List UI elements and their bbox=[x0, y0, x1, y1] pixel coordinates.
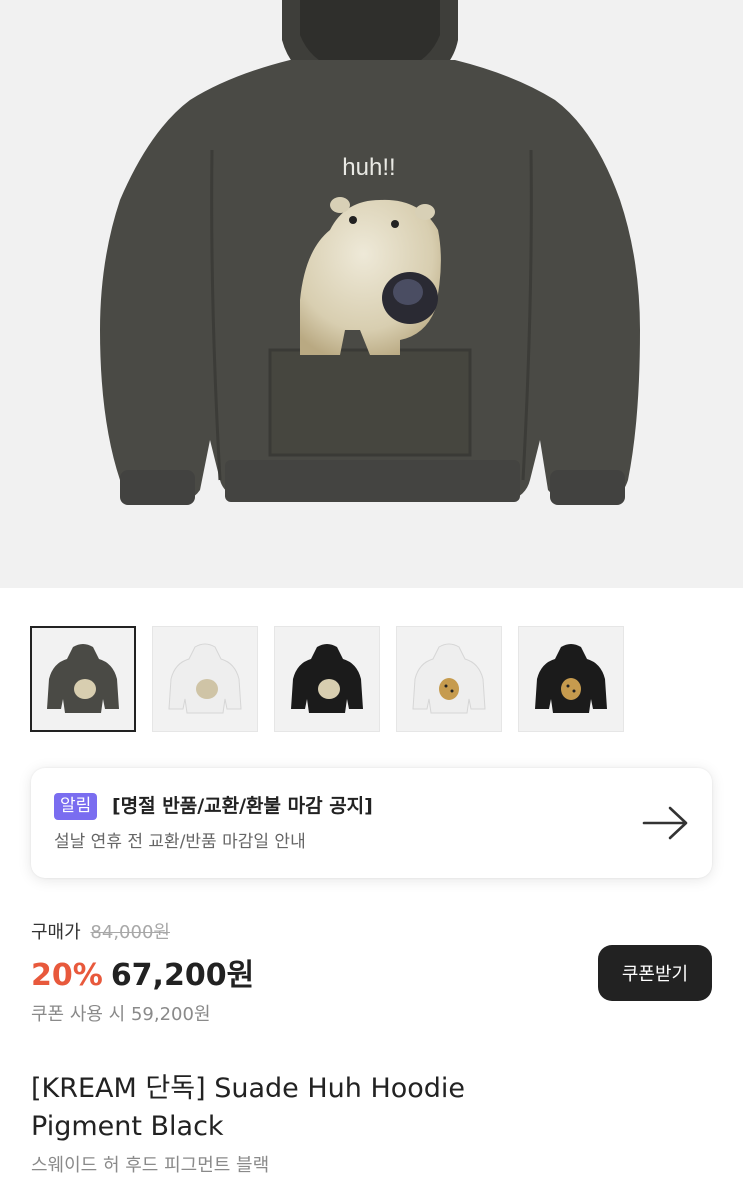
product-subtitle: 스웨이드 허 후드 피그먼트 블랙 bbox=[31, 1155, 270, 1176]
notice-subtitle: 설날 연휴 전 교환/반품 마감일 안내 bbox=[54, 832, 306, 852]
hoodie-thumbnail-icon bbox=[47, 644, 119, 713]
notice-banner[interactable]: 알림 [명절 반품/교환/환불 마감 공지] 설날 연휴 전 교환/반품 마감일… bbox=[31, 768, 712, 878]
price-label: 구매가 bbox=[31, 922, 81, 943]
arrow-right-icon[interactable] bbox=[642, 805, 690, 841]
hoodie-thumbnail-icon bbox=[412, 643, 486, 714]
product-title-line1: [KREAM 단독] Suade Huh Hoodie bbox=[31, 1073, 466, 1104]
coupon-price: 쿠폰 사용 시 59,200원 bbox=[31, 1004, 211, 1025]
price-label-row: 구매가 84,000원 bbox=[31, 918, 170, 944]
hoodie-thumbnail-icon bbox=[291, 644, 363, 713]
hoodie-illustration: huh!! bbox=[100, 0, 640, 505]
product-title: [KREAM 단독] Suade Huh Hoodie Pigment Blac… bbox=[31, 1070, 591, 1146]
discount-rate: 20% bbox=[31, 958, 103, 993]
thumbnail-3[interactable] bbox=[274, 626, 380, 732]
notice-title: [명절 반품/교환/환불 마감 공지] bbox=[112, 795, 373, 817]
hoodie-print-text: huh!! bbox=[342, 154, 395, 181]
product-main-image[interactable]: huh!! bbox=[0, 0, 743, 588]
hoodie-thumbnail-icon bbox=[168, 643, 242, 714]
current-price: 67,200원 bbox=[110, 958, 255, 993]
thumbnail-strip bbox=[30, 626, 624, 732]
thumbnail-5[interactable] bbox=[518, 626, 624, 732]
notice-badge: 알림 bbox=[54, 793, 98, 820]
hoodie-thumbnail-icon bbox=[535, 644, 607, 713]
product-title-line2: Pigment Black bbox=[31, 1111, 224, 1142]
get-coupon-button[interactable]: 쿠폰받기 bbox=[598, 945, 712, 1001]
original-price: 84,000원 bbox=[90, 922, 170, 943]
current-price-row: 20% 67,200원 bbox=[31, 950, 254, 994]
thumbnail-2[interactable] bbox=[152, 626, 258, 732]
thumbnail-4[interactable] bbox=[396, 626, 502, 732]
thumbnail-1[interactable] bbox=[30, 626, 136, 732]
